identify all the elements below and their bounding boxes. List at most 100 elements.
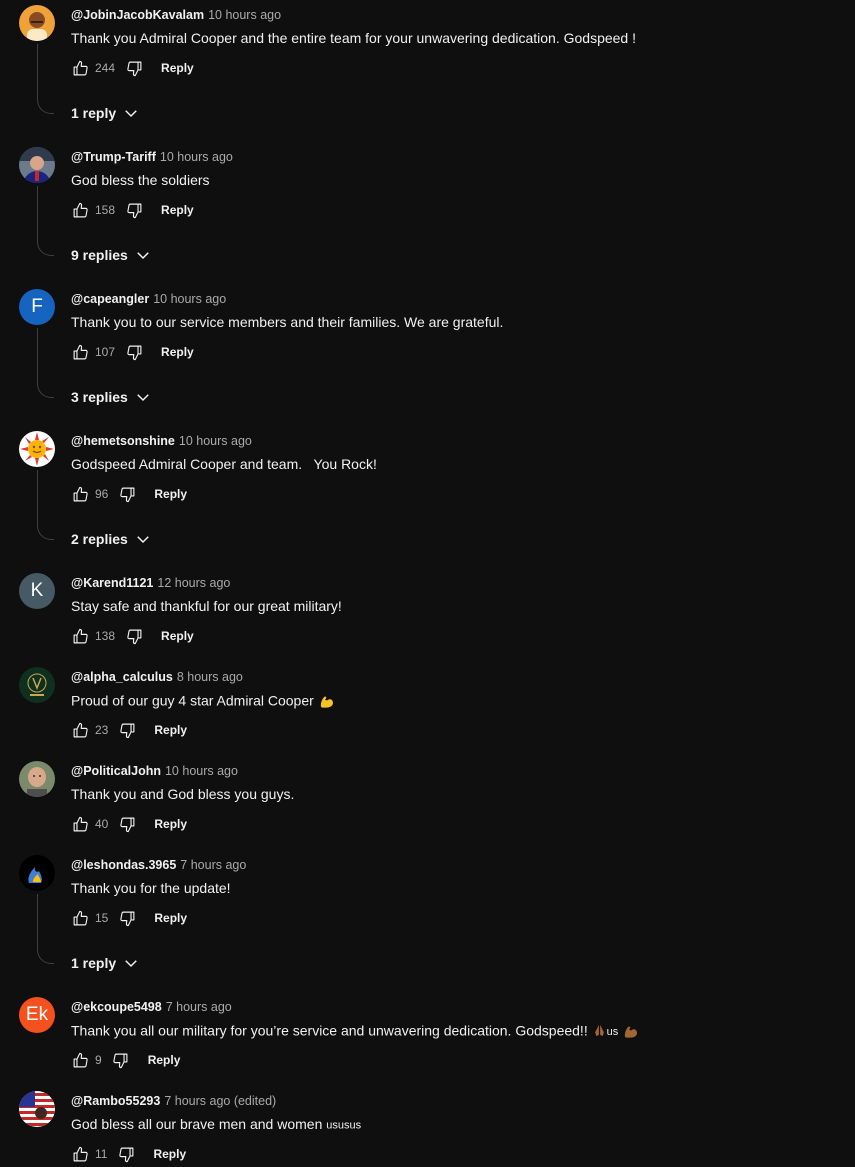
comment-author[interactable]: @Karend1121 <box>71 576 153 590</box>
comment-text: Thank you to our service members and the… <box>71 314 504 330</box>
comment-time[interactable]: 10 hours ago <box>153 292 226 306</box>
comment-time[interactable]: 7 hours ago (edited) <box>164 1094 276 1108</box>
like-icon[interactable] <box>71 59 89 77</box>
replies-toggle[interactable]: 3 replies <box>71 388 152 406</box>
us-flag-text: us <box>606 1026 619 1038</box>
comment-author[interactable]: @Trump-Tariff <box>71 150 156 164</box>
replies-count[interactable]: 1 reply <box>71 955 116 971</box>
comment-actions: 158 Reply <box>71 201 194 219</box>
reply-button[interactable]: Reply <box>154 723 187 737</box>
replies-count[interactable]: 3 replies <box>71 389 128 405</box>
comment-actions: 23 Reply <box>71 721 187 739</box>
comment-author[interactable]: @hemetsonshine <box>71 434 175 448</box>
reply-button[interactable]: Reply <box>154 911 187 925</box>
avatar[interactable]: K <box>19 573 55 609</box>
comment-author[interactable]: @leshondas.3965 <box>71 858 176 872</box>
chevron-down-icon <box>137 536 149 544</box>
dislike-icon[interactable] <box>118 815 136 833</box>
dislike-icon[interactable] <box>118 721 136 739</box>
comment-actions: 11 Reply <box>71 1145 186 1163</box>
comment-text: Thank you Admiral Cooper and the entire … <box>71 30 636 46</box>
dislike-icon[interactable] <box>125 201 143 219</box>
us-flag-text: ususus <box>326 1119 362 1132</box>
comment-text-body: God bless all our brave men and women <box>71 1116 323 1132</box>
reply-button[interactable]: Reply <box>161 345 194 359</box>
avatar[interactable] <box>19 1091 55 1127</box>
comment-text: Proud of our guy 4 star Admiral Cooper <box>71 692 335 712</box>
like-icon[interactable] <box>71 1145 89 1163</box>
comment-time[interactable]: 10 hours ago <box>160 150 233 164</box>
like-count: 15 <box>95 911 109 925</box>
thread-line-curve <box>37 383 54 398</box>
comment-text: God bless all our brave men and women us… <box>71 1116 361 1132</box>
thread-line-curve <box>37 525 54 540</box>
like-icon[interactable] <box>71 721 89 739</box>
like-icon[interactable] <box>71 1051 89 1069</box>
like-icon[interactable] <box>71 627 89 645</box>
replies-count[interactable]: 2 replies <box>71 531 128 547</box>
reply-button[interactable]: Reply <box>154 487 187 501</box>
replies-toggle[interactable]: 1 reply <box>71 954 140 972</box>
dislike-icon[interactable] <box>125 59 143 77</box>
comment-text-body: Thank you all our military for you’re se… <box>71 1022 588 1039</box>
comment-author[interactable]: @Rambo55293 <box>71 1094 160 1108</box>
avatar[interactable] <box>19 5 55 41</box>
reply-button[interactable]: Reply <box>148 1053 181 1067</box>
like-icon[interactable] <box>71 201 89 219</box>
comment-time[interactable]: 10 hours ago <box>165 764 238 778</box>
avatar[interactable] <box>19 667 55 703</box>
reply-button[interactable]: Reply <box>154 817 187 831</box>
reply-button[interactable]: Reply <box>161 629 194 643</box>
replies-count[interactable]: 1 reply <box>71 105 116 121</box>
like-icon[interactable] <box>71 909 89 927</box>
reply-button[interactable]: Reply <box>161 203 194 217</box>
dislike-icon[interactable] <box>117 1145 135 1163</box>
replies-toggle[interactable]: 1 reply <box>71 104 140 122</box>
flexed-biceps-icon <box>622 1022 639 1042</box>
comment-time[interactable]: 7 hours ago <box>166 1000 232 1014</box>
like-icon[interactable] <box>71 343 89 361</box>
avatar-letter: K <box>30 580 44 601</box>
like-count: 11 <box>95 1147 108 1161</box>
chevron-down-icon <box>125 960 137 968</box>
dislike-icon[interactable] <box>125 343 143 361</box>
comment-author[interactable]: @PoliticalJohn <box>71 764 161 778</box>
comment-author[interactable]: @ekcoupe5498 <box>71 1000 162 1014</box>
replies-toggle[interactable]: 9 replies <box>71 246 152 264</box>
avatar[interactable] <box>19 761 55 797</box>
dislike-icon[interactable] <box>125 627 143 645</box>
thread-line-curve <box>37 949 54 964</box>
avatar-letter: F <box>31 296 43 317</box>
dislike-icon[interactable] <box>118 485 136 503</box>
avatar[interactable]: F <box>19 289 55 325</box>
reply-button[interactable]: Reply <box>161 61 194 75</box>
like-icon[interactable] <box>71 485 89 503</box>
comment-actions: 15 Reply <box>71 909 187 927</box>
comment-time[interactable]: 8 hours ago <box>177 670 243 684</box>
like-icon[interactable] <box>71 815 89 833</box>
comment-time[interactable]: 10 hours ago <box>179 434 252 448</box>
replies-toggle[interactable]: 2 replies <box>71 530 152 548</box>
comment-time[interactable]: 12 hours ago <box>157 576 230 590</box>
comment-author[interactable]: @alpha_calculus <box>71 670 173 684</box>
comment-author[interactable]: @capeangler <box>71 292 149 306</box>
dislike-icon[interactable] <box>112 1051 130 1069</box>
thread-line <box>37 894 38 949</box>
avatar[interactable] <box>19 431 55 467</box>
comment-text: Thank you for the update! <box>71 880 231 896</box>
comment-text: God bless the soldiers <box>71 172 210 188</box>
comment-author[interactable]: @JobinJacobKavalam <box>71 8 204 22</box>
thread-line <box>37 44 38 99</box>
like-count: 107 <box>95 345 116 359</box>
chevron-down-icon <box>125 110 137 118</box>
avatar[interactable] <box>19 855 55 891</box>
comment-time[interactable]: 7 hours ago <box>180 858 246 872</box>
like-count: 40 <box>95 817 109 831</box>
reply-button[interactable]: Reply <box>153 1147 186 1161</box>
like-count: 23 <box>95 723 109 737</box>
replies-count[interactable]: 9 replies <box>71 247 128 263</box>
comment-time[interactable]: 10 hours ago <box>208 8 281 22</box>
avatar[interactable] <box>19 147 55 183</box>
dislike-icon[interactable] <box>118 909 136 927</box>
avatar[interactable]: Ek <box>19 997 55 1033</box>
